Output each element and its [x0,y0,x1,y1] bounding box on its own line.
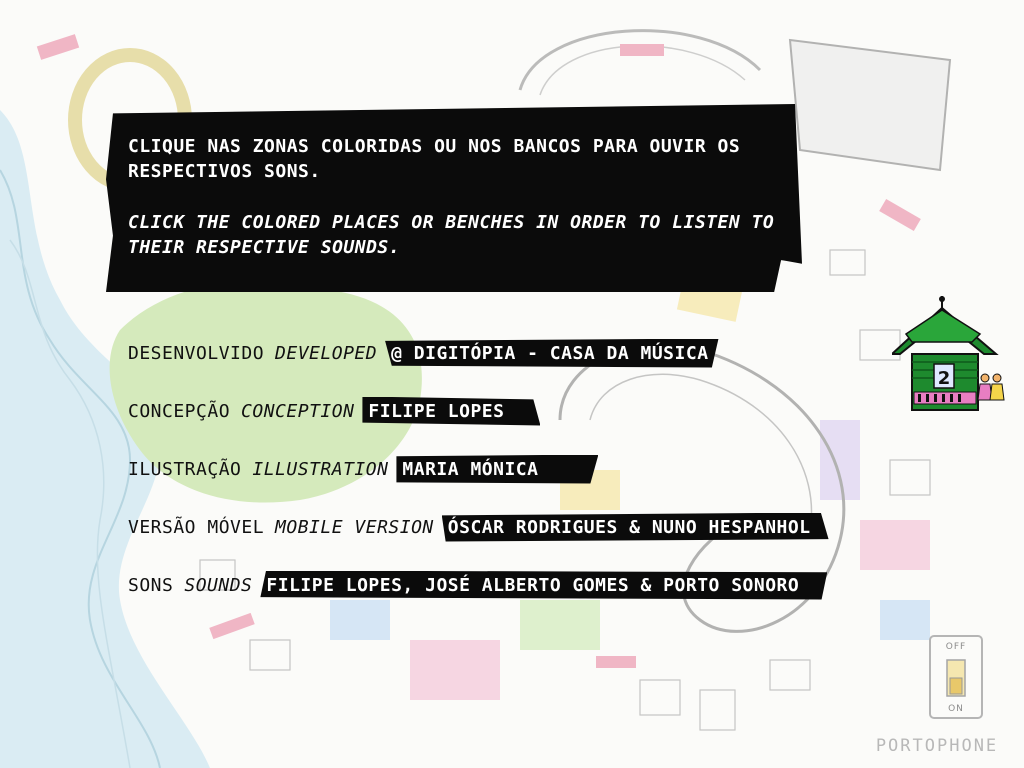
power-switch-icon[interactable]: OFF ON [928,634,984,720]
brand-logo: PORTOPHONE [875,736,999,756]
instructions-box: CLIQUE NAS ZONAS COLORIDAS OU NOS BANCOS… [106,104,802,292]
credit-value: MARIA MÓNICA [396,454,599,484]
credit-label-pt: VERSÃO MÓVEL [128,516,265,538]
credit-label-pt: CONCEPÇÃO [128,400,231,422]
credit-developed: DESENVOLVIDO DEVELOPED @ DIGITÓPIA - CAS… [128,336,719,370]
credit-mobile-version: VERSÃO MÓVEL MOBILE VERSION ÓSCAR RODRIG… [128,510,829,544]
credit-value: ÓSCAR RODRIGUES & NUNO HESPANHOL [441,512,829,542]
credit-label-en: SOUNDS [184,574,253,596]
credit-value: FILIPE LOPES [362,396,541,426]
credit-label-en: ILLUSTRATION [252,458,389,480]
credit-conception: CONCEPÇÃO CONCEPTION FILIPE LOPES [128,394,541,428]
credit-sounds: SONS SOUNDS FILIPE LOPES, JOSÉ ALBERTO G… [128,568,828,602]
instructions-pt: CLIQUE NAS ZONAS COLORIDAS OU NOS BANCOS… [128,136,741,182]
power-off-label: OFF [945,642,967,652]
instructions-en: CLICK THE COLORED PLACES OR BENCHES IN O… [128,212,775,258]
kiosk-icon[interactable]: 2 [892,296,1006,416]
credit-value: FILIPE LOPES, JOSÉ ALBERTO GOMES & PORTO… [260,570,828,600]
credit-label-en: MOBILE VERSION [275,516,434,538]
credit-illustration: ILUSTRAÇÃO ILLUSTRATION MARIA MÓNICA [128,452,599,486]
credit-label-pt: ILUSTRAÇÃO [128,458,242,480]
credit-value: @ DIGITÓPIA - CASA DA MÚSICA [385,338,719,368]
credit-label-pt: SONS [128,574,174,596]
credit-label-en: CONCEPTION [241,400,355,422]
credit-label-pt: DESENVOLVIDO [128,342,265,364]
credit-label-en: DEVELOPED [275,342,378,364]
kiosk-number: 2 [938,368,951,389]
power-on-label: ON [948,704,964,714]
